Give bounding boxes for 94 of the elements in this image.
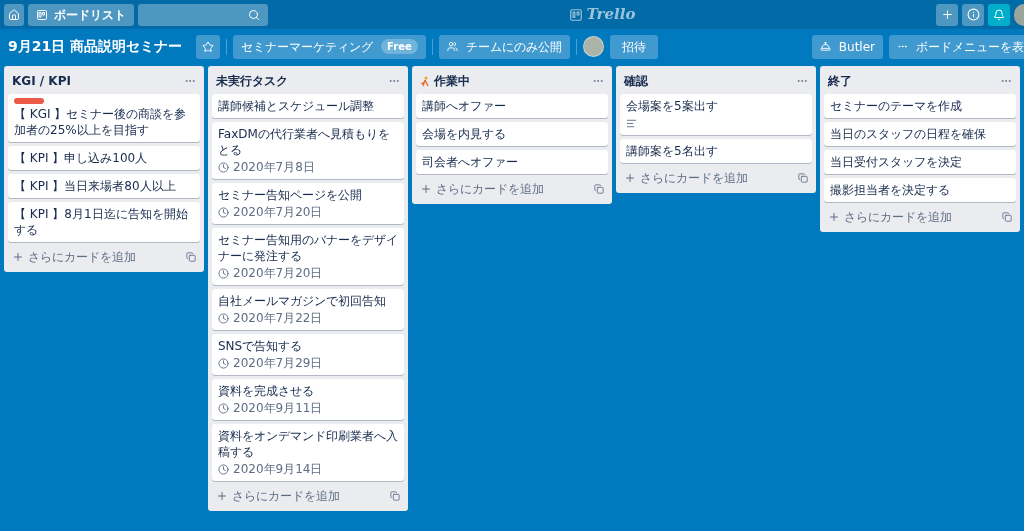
card-title: FaxDMの代行業者へ見積もりをとる (218, 126, 391, 158)
card[interactable]: 講師案を5名出す (620, 139, 812, 163)
card[interactable]: 当日のスタッフの日程を確保 (824, 122, 1016, 146)
due-date: 2020年7月29日 (233, 356, 323, 371)
notifications-button[interactable] (988, 3, 1010, 26)
bell-icon (819, 41, 831, 52)
star-icon (202, 40, 215, 53)
card[interactable]: セミナー告知ページを公開 2020年7月20日 (212, 183, 404, 224)
card-title: 司会者へオファー (422, 154, 519, 170)
card-title: 【 KPI 】当日来場者80人以上 (14, 178, 177, 194)
clock-icon (218, 464, 229, 475)
card-title: 講師案を5名出す (626, 143, 719, 159)
card[interactable]: 資料を完成させる 2020年9月11日 (212, 379, 404, 420)
due-date: 2020年7月8日 (233, 160, 315, 175)
card[interactable]: 資料をオンデマンド印刷業者へ入稿する 2020年9月14日 (212, 424, 404, 481)
card-title: 資料を完成させる (218, 383, 315, 399)
card[interactable]: 【 KPI 】当日来場者80人以上 (8, 174, 200, 198)
template-icon[interactable] (186, 252, 196, 262)
template-icon[interactable] (1002, 212, 1012, 222)
card-title: 【 KPI 】申し込み100人 (14, 150, 149, 166)
template-icon[interactable] (390, 491, 400, 501)
list-title[interactable]: 終了 (828, 72, 852, 90)
clock-icon (218, 207, 229, 218)
plus-icon (420, 183, 432, 195)
card-title: 撮影担当者を決定する (830, 182, 951, 198)
list-title[interactable]: 確認 (624, 72, 648, 90)
due-date: 2020年7月20日 (233, 205, 323, 220)
card[interactable]: セミナー告知用のバナーをデザイナーに発注する 2020年7月20日 (212, 228, 404, 285)
list-title[interactable]: 作業中 (434, 72, 470, 90)
card[interactable]: 撮影担当者を決定する (824, 178, 1016, 202)
plus-icon (828, 211, 840, 223)
plus-icon (624, 172, 636, 184)
search-field[interactable] (138, 3, 268, 26)
plus-icon (12, 251, 24, 263)
card[interactable]: セミナーのテーマを作成 (824, 94, 1016, 118)
card-title: 会場を内見する (422, 126, 507, 142)
clock-icon (218, 403, 229, 414)
clock-icon (218, 268, 229, 279)
card[interactable]: 【 KPI 】8月1日迄に告知を開始する (8, 202, 200, 242)
member-avatar[interactable] (582, 36, 604, 57)
list-title[interactable]: KGI / KPI (12, 72, 71, 90)
board-title[interactable]: 9月21日 商品説明セミナー (8, 36, 183, 57)
plus-icon (940, 8, 954, 21)
bell-icon (993, 8, 1005, 21)
plus-icon (216, 490, 228, 502)
people-icon (446, 41, 458, 52)
card-title: 当日のスタッフの日程を確保 (830, 126, 987, 142)
search-icon (248, 8, 260, 21)
card[interactable]: 講師候補とスケジュール調整 (212, 94, 404, 118)
card[interactable]: 【 KGI 】セミナー後の商談を参加者の25%以上を目指す (8, 94, 200, 142)
add-card-button[interactable]: さらにカードを追加 (12, 248, 136, 266)
card-title: 会場案を5案出す (626, 98, 719, 114)
home-icon (8, 8, 20, 21)
card[interactable]: 講師へオファー (416, 94, 608, 118)
plan-badge: Free (381, 39, 418, 54)
card-title: SNSで告知する (218, 338, 304, 354)
card-title: セミナー告知用のバナーをデザイナーに発注する (218, 232, 398, 264)
card[interactable]: 会場を内見する (416, 122, 608, 146)
due-date: 2020年9月14日 (233, 462, 323, 477)
card[interactable]: SNSで告知する 2020年7月29日 (212, 334, 404, 375)
card[interactable]: 当日受付スタッフを決定 (824, 150, 1016, 174)
card-title: 講師へオファー (422, 98, 507, 114)
board-icon (36, 8, 48, 21)
due-date: 2020年7月22日 (233, 311, 323, 326)
home-button[interactable] (4, 3, 24, 26)
template-icon[interactable] (594, 184, 604, 194)
card[interactable]: FaxDMの代行業者へ見積もりをとる 2020年7月8日 (212, 122, 404, 179)
add-card-button[interactable]: さらにカードを追加 (216, 487, 340, 505)
info-icon (966, 8, 980, 21)
card-title: セミナー告知ページを公開 (218, 187, 363, 203)
clock-icon (218, 358, 229, 369)
due-date: 2020年9月11日 (233, 401, 323, 416)
card-title: 当日受付スタッフを決定 (830, 154, 963, 170)
clock-icon (218, 313, 229, 324)
clock-icon (218, 162, 229, 173)
card-title: 【 KPI 】8月1日迄に告知を開始する (14, 206, 189, 238)
add-button[interactable] (936, 3, 958, 26)
card-title: 資料をオンデマンド印刷業者へ入稿する (218, 428, 398, 460)
card-title: 自社メールマガジンで初回告知 (218, 293, 387, 309)
due-date: 2020年7月20日 (233, 266, 323, 281)
add-card-button[interactable]: さらにカードを追加 (624, 169, 748, 187)
info-button[interactable] (962, 3, 984, 26)
card[interactable]: 【 KPI 】申し込み100人 (8, 146, 200, 170)
template-icon[interactable] (798, 173, 808, 183)
add-card-button[interactable]: さらにカードを追加 (420, 180, 544, 198)
card-title: セミナーのテーマを作成 (830, 98, 963, 114)
star-button[interactable] (196, 34, 221, 59)
card-title: 講師候補とスケジュール調整 (218, 98, 375, 114)
card[interactable]: 司会者へオファー (416, 150, 608, 174)
card[interactable]: 自社メールマガジンで初回告知 2020年7月22日 (212, 289, 404, 330)
card[interactable]: 会場案を5案出す (620, 94, 812, 135)
card-title: 【 KGI 】セミナー後の商談を参加者の25%以上を目指す (14, 106, 188, 138)
list-title[interactable]: 未実行タスク (216, 72, 288, 90)
add-card-button[interactable]: さらにカードを追加 (828, 208, 952, 226)
